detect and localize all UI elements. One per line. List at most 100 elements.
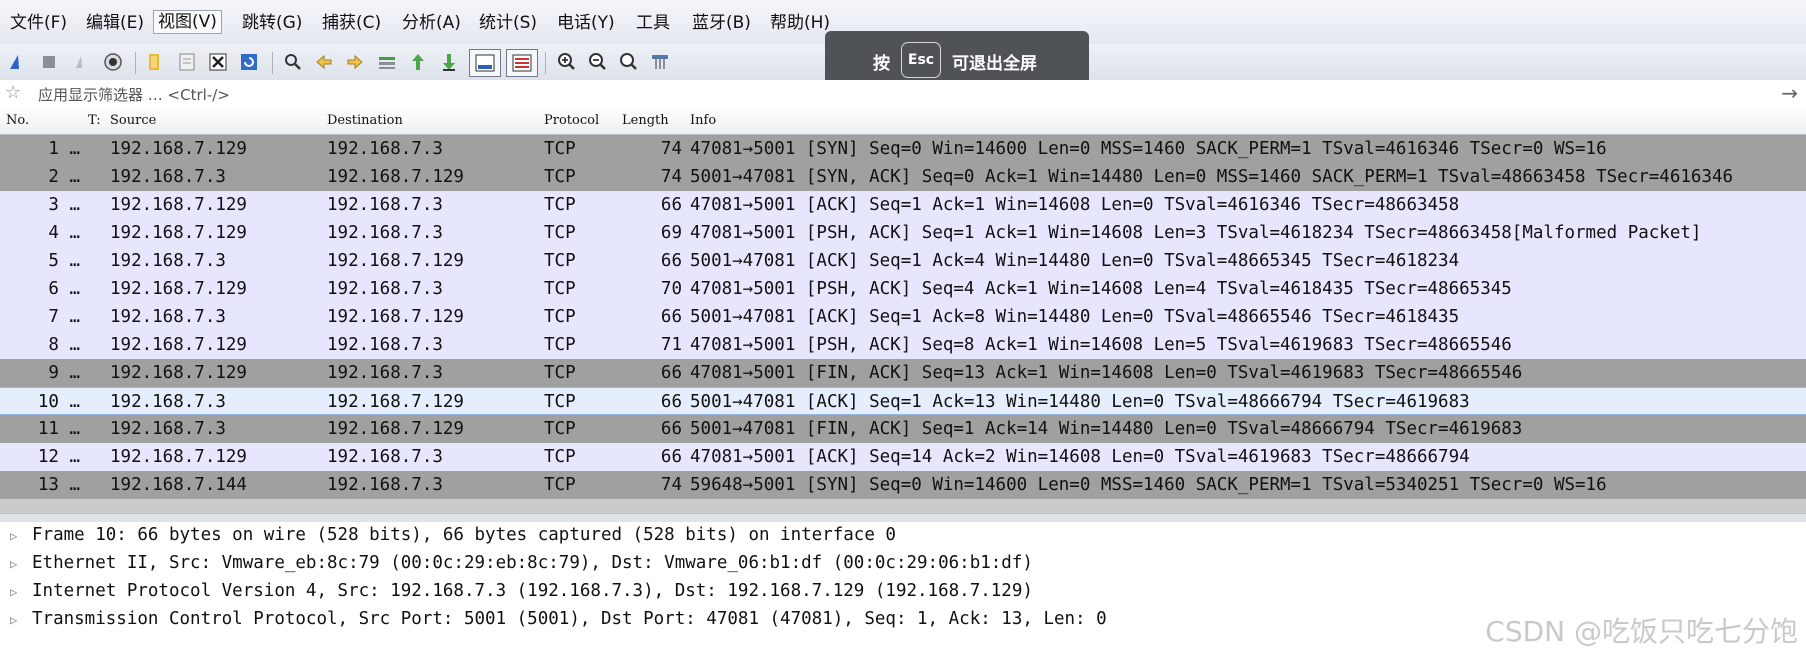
packet-destination: 192.168.7.129 <box>327 419 464 439</box>
zoom-normal-icon[interactable] <box>618 51 640 73</box>
packet-info: 5001→47081 [FIN, ACK] Seq=1 Ack=14 Win=1… <box>690 419 1523 439</box>
packet-source: 192.168.7.3 <box>110 251 226 271</box>
expand-triangle-icon[interactable]: ▷ <box>10 551 32 577</box>
reload-icon[interactable] <box>238 51 260 73</box>
options-icon[interactable] <box>102 51 124 73</box>
packet-no: 11 … <box>37 419 80 439</box>
packet-info: 5001→47081 [ACK] Seq=1 Ack=13 Win=14480 … <box>690 392 1470 412</box>
packet-no: 7 … <box>48 307 80 327</box>
packet-protocol: TCP <box>544 447 576 467</box>
menu-file[interactable]: 文件(F) <box>6 12 71 34</box>
close-file-icon[interactable] <box>207 51 229 73</box>
column-header-protocol[interactable]: Protocol <box>544 113 599 128</box>
detail-tcp[interactable]: ▷ Transmission Control Protocol, Src Port… <box>10 606 1107 632</box>
go-first-icon[interactable] <box>407 51 429 73</box>
restart-icon[interactable] <box>70 51 92 73</box>
packet-row[interactable]: 12 … 192.168.7.129 192.168.7.3 TCP 66 47… <box>0 443 1806 471</box>
packet-source: 192.168.7.144 <box>110 475 247 495</box>
packet-row[interactable]: 2 … 192.168.7.3 192.168.7.129 TCP 74 500… <box>0 163 1806 191</box>
column-header-time[interactable]: T: <box>88 113 101 128</box>
detail-ipv4[interactable]: ▷ Internet Protocol Version 4, Src: 192.1… <box>10 578 1033 604</box>
packet-source: 192.168.7.3 <box>110 419 226 439</box>
packet-row[interactable]: 5 … 192.168.7.3 192.168.7.129 TCP 66 500… <box>0 247 1806 275</box>
packet-length: 71 <box>660 335 682 355</box>
packet-info: 5001→47081 [ACK] Seq=1 Ack=8 Win=14480 L… <box>690 307 1460 327</box>
open-folder-icon[interactable] <box>144 51 166 73</box>
find-icon[interactable] <box>282 51 304 73</box>
menu-analyze[interactable]: 分析(A) <box>398 12 465 34</box>
detail-text: Frame 10: 66 bytes on wire (528 bits), 6… <box>32 525 896 545</box>
packet-row[interactable]: 4 … 192.168.7.129 192.168.7.3 TCP 69 470… <box>0 219 1806 247</box>
zoom-out-icon[interactable] <box>587 51 609 73</box>
zoom-in-icon[interactable] <box>556 51 578 73</box>
packet-length: 66 <box>660 447 682 467</box>
menu-tools[interactable]: 工具 <box>632 12 674 34</box>
packet-info: 59648→5001 [SYN] Seq=0 Win=14600 Len=0 M… <box>690 475 1607 495</box>
expand-triangle-icon[interactable]: ▷ <box>10 579 32 605</box>
colorize-icon[interactable] <box>506 49 538 77</box>
display-filter-input[interactable]: 应用显示筛选器 … <Ctrl-/> <box>38 84 230 105</box>
detail-frame[interactable]: ▷ Frame 10: 66 bytes on wire (528 bits), … <box>10 522 896 548</box>
packet-row[interactable]: 3 … 192.168.7.129 192.168.7.3 TCP 66 470… <box>0 191 1806 219</box>
menu-go[interactable]: 跳转(G) <box>238 12 306 34</box>
packet-destination: 192.168.7.3 <box>327 475 443 495</box>
column-header-source[interactable]: Source <box>110 113 156 128</box>
menu-statistics[interactable]: 统计(S) <box>475 12 541 34</box>
stop-icon[interactable] <box>38 51 60 73</box>
go-last-icon[interactable] <box>438 51 460 73</box>
packet-row[interactable]: 13 … 192.168.7.144 192.168.7.3 TCP 74 59… <box>0 471 1806 499</box>
column-header-info[interactable]: Info <box>690 113 716 128</box>
packet-row[interactable]: 9 … 192.168.7.129 192.168.7.3 TCP 66 470… <box>0 359 1806 387</box>
packet-row[interactable]: 7 … 192.168.7.3 192.168.7.129 TCP 66 500… <box>0 303 1806 331</box>
apply-filter-arrow-icon[interactable]: → <box>1781 81 1798 105</box>
packet-row-selected[interactable]: 10 … 192.168.7.3 192.168.7.129 TCP 66 50… <box>0 387 1806 415</box>
bookmark-star-icon[interactable]: ☆ <box>5 82 21 103</box>
menu-view[interactable]: 视图(V) <box>153 10 222 34</box>
packet-row-partial[interactable] <box>0 499 1806 513</box>
packet-destination: 192.168.7.129 <box>327 167 464 187</box>
packet-length: 74 <box>660 475 682 495</box>
go-forward-icon[interactable] <box>344 51 366 73</box>
packet-protocol: TCP <box>544 363 576 383</box>
shark-fin-start-icon[interactable] <box>6 51 28 73</box>
packet-info: 5001→47081 [ACK] Seq=1 Ack=4 Win=14480 L… <box>690 251 1460 271</box>
packet-info: 47081→5001 [ACK] Seq=14 Ack=2 Win=14608 … <box>690 447 1470 467</box>
packet-protocol: TCP <box>544 392 576 412</box>
column-header-destination[interactable]: Destination <box>327 113 403 128</box>
packet-length: 69 <box>660 223 682 243</box>
packet-no: 13 … <box>37 475 80 495</box>
packet-row[interactable]: 8 … 192.168.7.129 192.168.7.3 TCP 71 470… <box>0 331 1806 359</box>
go-back-icon[interactable] <box>313 51 335 73</box>
packet-list-header: No. T: Source Destination Protocol Lengt… <box>0 106 1806 135</box>
packet-info: 5001→47081 [SYN, ACK] Seq=0 Ack=1 Win=14… <box>690 167 1734 187</box>
packet-protocol: TCP <box>544 419 576 439</box>
column-header-no[interactable]: No. <box>6 113 29 128</box>
save-file-icon[interactable] <box>176 51 198 73</box>
column-header-length[interactable]: Length <box>622 113 669 128</box>
packet-protocol: TCP <box>544 251 576 271</box>
packet-destination: 192.168.7.129 <box>327 392 464 412</box>
expand-triangle-icon[interactable]: ▷ <box>10 607 32 633</box>
menu-bluetooth[interactable]: 蓝牙(B) <box>688 12 755 34</box>
packet-row[interactable]: 11 … 192.168.7.3 192.168.7.129 TCP 66 50… <box>0 415 1806 443</box>
packet-info: 47081→5001 [SYN] Seq=0 Win=14600 Len=0 M… <box>690 139 1607 159</box>
packet-destination: 192.168.7.3 <box>327 139 443 159</box>
packet-source: 192.168.7.3 <box>110 307 226 327</box>
menu-capture[interactable]: 捕获(C) <box>318 12 385 34</box>
go-to-packet-icon[interactable] <box>376 51 398 73</box>
display-filter-bar[interactable]: ☆ 应用显示筛选器 … <Ctrl-/> → <box>0 80 1806 107</box>
expand-triangle-icon[interactable]: ▷ <box>10 523 32 549</box>
menu-telephony[interactable]: 电话(Y) <box>553 12 619 34</box>
menu-help[interactable]: 帮助(H) <box>766 12 834 34</box>
packet-length: 74 <box>660 139 682 159</box>
packet-protocol: TCP <box>544 139 576 159</box>
packet-row[interactable]: 6 … 192.168.7.129 192.168.7.3 TCP 70 470… <box>0 275 1806 303</box>
packet-info: 47081→5001 [PSH, ACK] Seq=8 Ack=1 Win=14… <box>690 335 1512 355</box>
resize-columns-icon[interactable] <box>649 51 671 73</box>
menu-edit[interactable]: 编辑(E) <box>82 12 148 34</box>
packet-no: 12 … <box>37 447 80 467</box>
packet-row[interactable]: 1 … 192.168.7.129 192.168.7.3 TCP 74 470… <box>0 135 1806 163</box>
detail-ethernet[interactable]: ▷ Ethernet II, Src: Vmware_eb:8c:79 (00:0… <box>10 550 1033 576</box>
autoscroll-icon[interactable] <box>469 49 501 77</box>
packet-length: 66 <box>660 363 682 383</box>
